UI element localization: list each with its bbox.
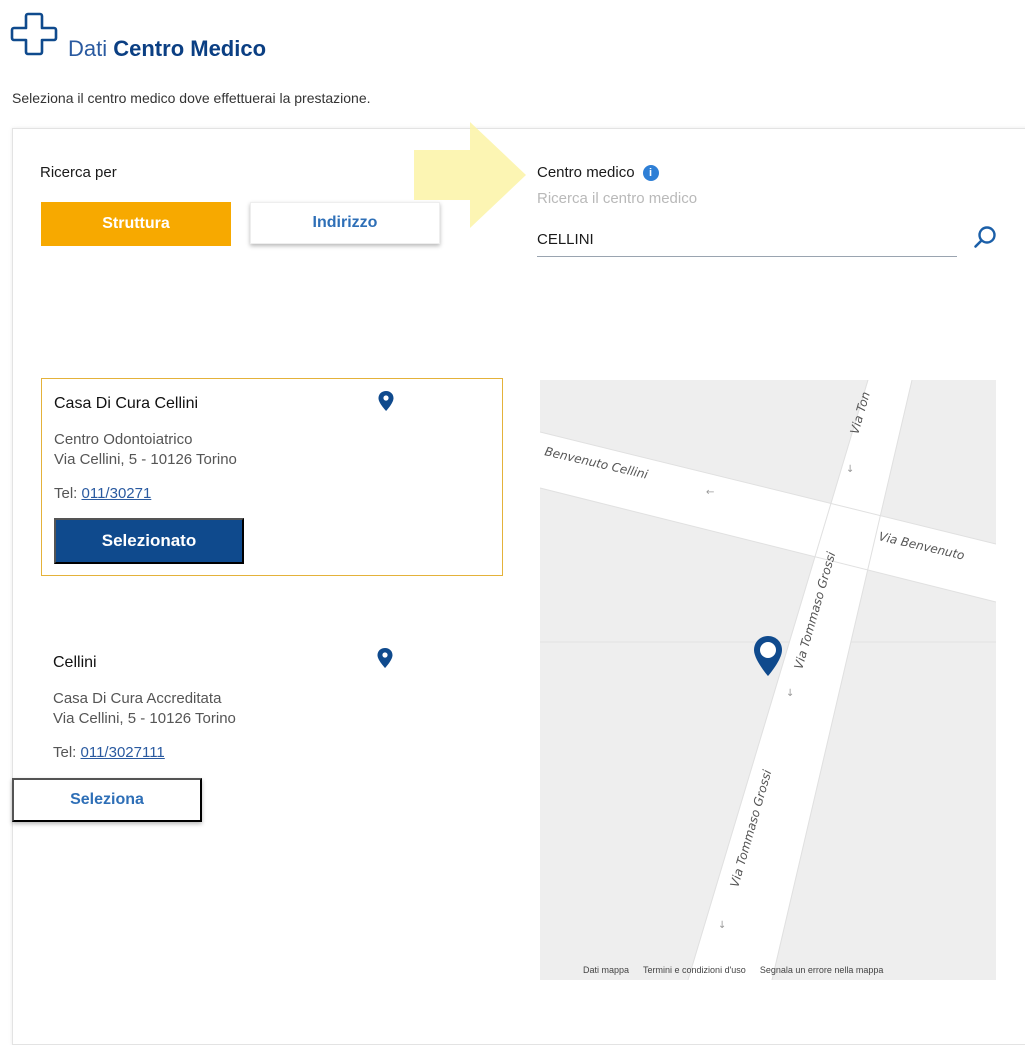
page-title: Dati Centro Medico — [68, 36, 266, 62]
map-pin-icon — [378, 391, 394, 411]
map-terms-link[interactable]: Termini e condizioni d'uso — [643, 965, 746, 975]
result-card-selected[interactable]: Casa Di Cura Cellini Centro Odontoiatric… — [41, 378, 503, 576]
select-button[interactable]: Seleziona — [12, 778, 202, 822]
result-type: Casa Di Cura Accreditata — [53, 690, 222, 707]
tel-label: Tel: — [54, 485, 78, 502]
result-tel: Tel: 011/3027111 — [53, 744, 165, 761]
map-report-link[interactable]: Segnala un errore nella mappa — [760, 965, 884, 975]
map[interactable]: Via Ton Benvenuto Cellini Via Tommaso Gr… — [540, 380, 996, 980]
hint-arrow-icon — [414, 122, 526, 228]
info-icon[interactable]: i — [642, 164, 659, 181]
search-icon[interactable] — [972, 224, 998, 250]
search-input[interactable] — [537, 222, 957, 257]
search-by-label: Ricerca per — [40, 164, 117, 181]
center-label: Centro medico i — [537, 164, 659, 181]
map-pin-icon — [377, 648, 393, 668]
page-title-light: Dati — [68, 36, 108, 61]
svg-text:←: ← — [706, 487, 714, 498]
result-type: Centro Odontoiatrico — [54, 431, 193, 448]
result-name: Cellini — [53, 654, 97, 671]
tel-link[interactable]: 011/30271 — [82, 485, 152, 502]
svg-text:↓: ↓ — [846, 464, 854, 475]
medical-cross-icon — [10, 12, 58, 56]
result-tel: Tel: 011/30271 — [54, 485, 151, 502]
center-placeholder: Ricerca il centro medico — [537, 190, 698, 207]
tab-indirizzo[interactable]: Indirizzo — [250, 202, 440, 244]
page-subtitle: Seleziona il centro medico dove effettue… — [12, 90, 371, 106]
page-title-bold: Centro Medico — [113, 36, 267, 61]
svg-text:↓: ↓ — [718, 920, 726, 931]
result-address: Via Cellini, 5 - 10126 Torino — [53, 710, 236, 727]
map-footer: Dati mappa Termini e condizioni d'uso Se… — [583, 965, 883, 975]
map-data-link[interactable]: Dati mappa — [583, 965, 629, 975]
map-canvas: Via Ton Benvenuto Cellini Via Tommaso Gr… — [540, 380, 996, 980]
tel-label: Tel: — [53, 744, 77, 761]
result-name: Casa Di Cura Cellini — [54, 395, 199, 412]
center-label-text: Centro medico — [537, 164, 635, 181]
selected-button[interactable]: Selezionato — [54, 518, 244, 564]
tab-struttura[interactable]: Struttura — [41, 202, 231, 246]
result-address: Via Cellini, 5 - 10126 Torino — [54, 451, 237, 468]
tel-link[interactable]: 011/3027111 — [81, 744, 165, 761]
svg-text:↓: ↓ — [786, 688, 794, 699]
